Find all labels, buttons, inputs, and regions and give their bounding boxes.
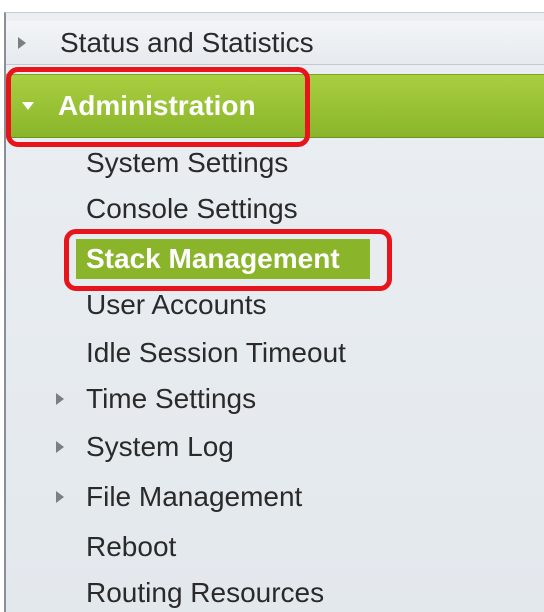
- expand-arrow-icon[interactable]: [56, 393, 64, 405]
- nav-item-label: Status and Statistics: [60, 26, 314, 58]
- nav-subitem-label: System Log: [86, 431, 234, 462]
- collapse-arrow-icon[interactable]: [22, 102, 34, 110]
- screenshot-frame: Status and Statistics Administration Sys…: [0, 0, 544, 612]
- nav-subitem-console-settings[interactable]: Console Settings: [6, 187, 544, 231]
- nav-subitem-label: System Settings: [86, 147, 289, 178]
- expand-arrow-icon[interactable]: [56, 491, 64, 503]
- expand-arrow-icon[interactable]: [18, 36, 26, 49]
- nav-subitem-label: File Management: [86, 481, 303, 512]
- nav-subitem-idle-session-timeout[interactable]: Idle Session Timeout: [6, 331, 544, 375]
- nav-subitem-system-settings[interactable]: System Settings: [6, 141, 544, 185]
- nav-subitem-label: Idle Session Timeout: [86, 337, 346, 368]
- nav-subitem-reboot[interactable]: Reboot: [6, 525, 544, 569]
- nav-subitem-file-management[interactable]: File Management: [6, 475, 544, 519]
- expand-arrow-icon[interactable]: [56, 441, 64, 453]
- nav-item-status-and-statistics[interactable]: Status and Statistics: [6, 21, 544, 65]
- nav-subitem-label: Routing Resources: [86, 577, 325, 608]
- nav-subitem-label: Stack Management: [86, 243, 340, 274]
- nav-subitem-label: User Accounts: [86, 289, 267, 320]
- nav-subitem-label: Time Settings: [86, 383, 257, 414]
- nav-subitem-time-settings[interactable]: Time Settings: [6, 377, 544, 421]
- nav-subitem-label: Console Settings: [86, 193, 298, 224]
- nav-item-label: Administration: [58, 90, 256, 121]
- nav-item-administration[interactable]: Administration: [6, 74, 544, 138]
- navigation-tree-panel: Status and Statistics Administration Sys…: [4, 12, 544, 612]
- nav-subitem-user-accounts[interactable]: User Accounts: [6, 283, 544, 327]
- nav-subitem-system-log[interactable]: System Log: [6, 425, 544, 469]
- nav-subitem-stack-management[interactable]: Stack Management: [6, 237, 544, 281]
- nav-subitem-routing-resources[interactable]: Routing Resources: [6, 571, 544, 612]
- nav-subitem-label: Reboot: [86, 531, 177, 562]
